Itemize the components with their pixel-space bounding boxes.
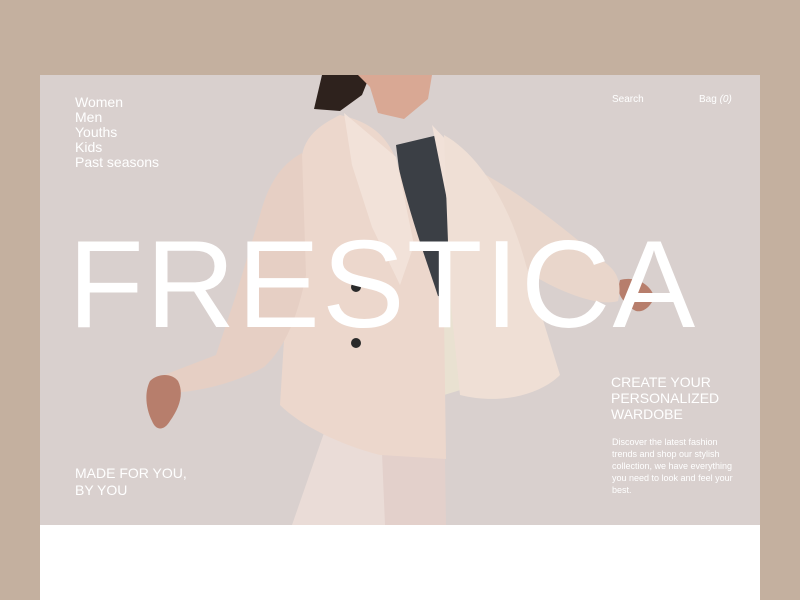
cta-heading-line-2: PERSONALIZED [611, 390, 720, 406]
search-link[interactable]: Search [612, 94, 644, 105]
nav-item-men[interactable]: Men [75, 110, 159, 125]
nav-item-past-seasons[interactable]: Past seasons [75, 155, 159, 170]
nav-item-youths[interactable]: Youths [75, 125, 159, 140]
tagline-line-2: BY YOU [75, 482, 128, 498]
bag-label: Bag [699, 94, 717, 105]
hero-section: Women Men Youths Kids Past seasons Searc… [40, 75, 760, 525]
cta-heading-line-3: WARDOBE [611, 406, 683, 422]
cta-description: Discover the latest fashion trends and s… [612, 437, 733, 495]
bag-count: (0) [719, 94, 732, 105]
hero-tagline: MADE FOR YOU, BY YOU [75, 465, 235, 499]
tagline-line-1: MADE FOR YOU, [75, 465, 187, 481]
nav-item-women[interactable]: Women [75, 95, 159, 110]
nav-item-kids[interactable]: Kids [75, 140, 159, 155]
bag-link[interactable]: Bag (0) [699, 94, 732, 105]
cta-heading-line-1: CREATE YOUR [611, 374, 711, 390]
cta-heading: CREATE YOUR PERSONALIZED WARDOBE [611, 374, 751, 422]
brand-wordmark: FRESTICA [68, 216, 698, 354]
page-frame: Women Men Youths Kids Past seasons Searc… [40, 75, 760, 600]
main-nav: Women Men Youths Kids Past seasons [75, 95, 159, 170]
